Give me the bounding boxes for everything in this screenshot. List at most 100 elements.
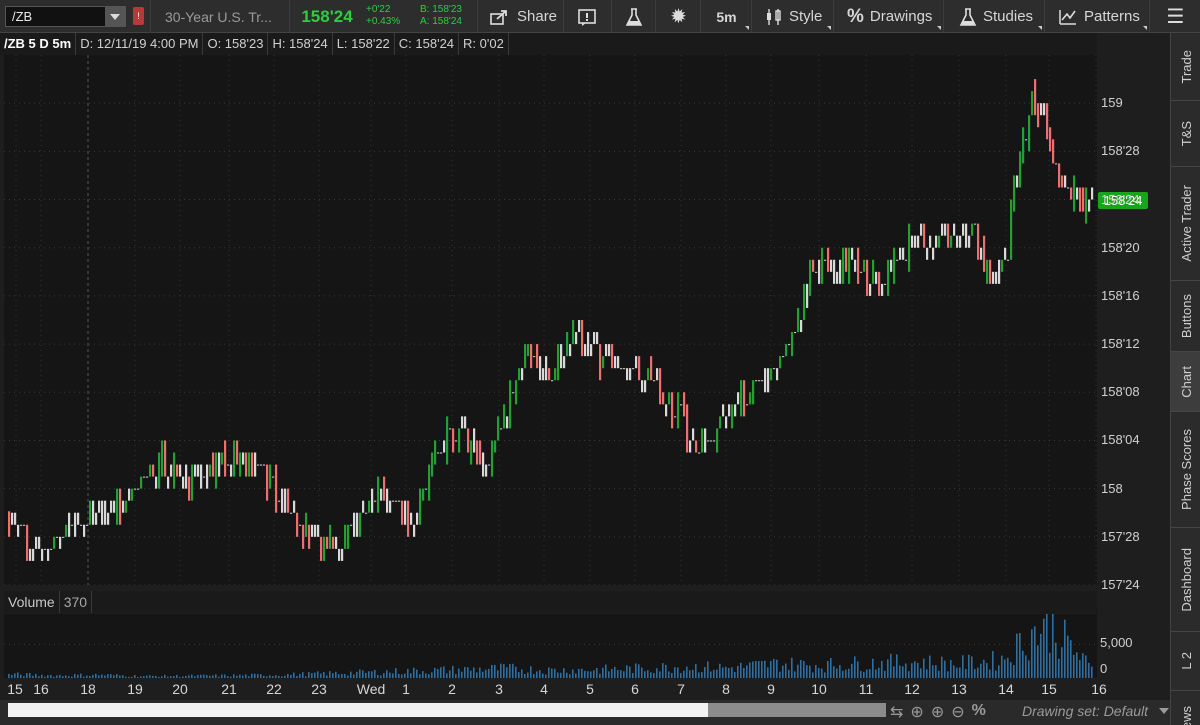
crosshair-icon[interactable]: ⊕	[910, 702, 923, 722]
price-bar	[164, 440, 167, 477]
volume-chart[interactable]	[4, 614, 1097, 678]
symbol-input[interactable]: /ZB	[5, 6, 126, 27]
time-axis-label: 2	[448, 681, 456, 697]
zoom-in-icon[interactable]: ⊕	[931, 702, 944, 722]
price-bar	[650, 356, 653, 381]
style-button[interactable]: Style	[753, 0, 834, 33]
volume-bar	[491, 664, 493, 678]
drawings-button[interactable]: % Drawings	[835, 0, 944, 33]
volume-bar	[1061, 647, 1063, 678]
chart-symbol[interactable]: /ZB 5 D 5m	[0, 33, 77, 55]
volume-bar	[740, 662, 742, 678]
price-bar	[56, 536, 59, 538]
volume-bar	[1043, 618, 1045, 678]
volume-bar	[53, 676, 55, 678]
volume-bar	[923, 658, 925, 678]
symbol-dropdown-icon[interactable]	[105, 7, 125, 26]
price-bar	[653, 380, 656, 382]
price-bar	[185, 464, 188, 489]
price-bar	[446, 416, 449, 465]
price-bar	[623, 368, 626, 370]
volume-bar	[758, 661, 760, 678]
caret-icon	[1038, 26, 1042, 30]
volume-bar	[44, 676, 46, 678]
side-tab-active-trader[interactable]: Active Trader	[1171, 167, 1200, 281]
volume-bar	[230, 676, 232, 678]
side-tab-news[interactable]: News	[1171, 691, 1200, 725]
volume-bar	[875, 669, 877, 678]
volume-bar	[815, 664, 817, 678]
volume-bar	[749, 662, 751, 678]
lab-button[interactable]	[613, 0, 656, 33]
volume-bar	[1037, 645, 1039, 678]
volume-bar	[293, 672, 295, 678]
price-bar	[872, 259, 875, 284]
price-bar	[938, 235, 941, 248]
studies-button[interactable]: Studies	[945, 0, 1045, 33]
side-tab-dashboard[interactable]: Dashboard	[1171, 528, 1200, 632]
volume-bar	[131, 676, 133, 678]
price-bar	[680, 404, 683, 406]
volume-bar	[86, 675, 88, 678]
price-bar	[179, 464, 182, 477]
time-axis[interactable]: 15 16 18 19 20 21 22 23 Wed 1 2 3 4 5 6 7 8 9 10 11 12 13 14 15…	[0, 679, 1170, 700]
settings-button[interactable]: ✹	[657, 0, 701, 33]
price-bar	[983, 235, 986, 272]
price-axis[interactable]: 158'24 159 158'28 158'24 158'20 158'16 158'12…	[1097, 33, 1170, 592]
alert-flag-icon[interactable]: !	[133, 7, 144, 25]
volume-bar	[488, 668, 490, 678]
volume-bar	[383, 673, 385, 678]
price-bar	[1079, 187, 1082, 212]
price-bar	[1004, 247, 1007, 260]
side-tab-l-2[interactable]: L 2	[1171, 632, 1200, 691]
price-bar	[23, 524, 26, 526]
price-bar	[212, 452, 215, 477]
volume-bar	[1019, 633, 1021, 678]
price-bar	[560, 344, 563, 369]
price-bar	[326, 536, 329, 549]
price-bar	[374, 500, 377, 502]
side-tab-buttons[interactable]: Buttons	[1171, 281, 1200, 352]
price-bar	[929, 235, 932, 248]
volume-bar	[938, 670, 940, 678]
volume-bar	[431, 672, 433, 678]
side-tab-t-s[interactable]: T&S	[1171, 101, 1200, 167]
price-bar	[215, 452, 218, 489]
percent-zoom-icon[interactable]: %	[972, 702, 986, 722]
patterns-button[interactable]: Patterns	[1046, 0, 1150, 33]
price-bar	[674, 416, 677, 418]
share-button[interactable]: Share	[477, 0, 564, 33]
price-bar	[695, 440, 698, 453]
volume-bar	[824, 672, 826, 678]
price-bar	[341, 548, 344, 561]
volume-bar	[725, 666, 727, 678]
volume-bar	[1088, 662, 1090, 678]
volume-bar	[149, 675, 151, 678]
drawing-set-label[interactable]: Drawing set: Default	[1022, 703, 1148, 719]
volume-bar	[713, 669, 715, 678]
price-bar	[980, 247, 983, 260]
side-tab-phase-scores[interactable]: Phase Scores	[1171, 412, 1200, 528]
notes-button[interactable]	[565, 0, 612, 33]
volume-bar	[167, 676, 169, 678]
volume-bar	[410, 673, 412, 678]
side-tab-label: Trade	[1178, 49, 1194, 84]
volume-bar	[347, 675, 349, 678]
price-bar	[1082, 187, 1085, 212]
side-tab-trade[interactable]: Trade	[1171, 33, 1200, 101]
pan-icon[interactable]: ⇆	[890, 702, 903, 722]
price-axis-label: 158'04	[1101, 432, 1140, 448]
volume-bar	[797, 664, 799, 678]
price-bar	[1001, 259, 1004, 272]
drawing-set-caret-icon[interactable]	[1159, 708, 1169, 714]
price-bar	[836, 271, 839, 284]
volume-bar	[947, 671, 949, 678]
scrollbar-thumb[interactable]	[708, 703, 886, 717]
timeframe-button[interactable]: 5m	[702, 0, 752, 33]
volume-bar	[56, 675, 58, 678]
side-tab-chart[interactable]: Chart	[1171, 352, 1200, 412]
menu-button[interactable]: ☰	[1151, 0, 1200, 33]
zoom-out-icon[interactable]: ⊖	[951, 702, 964, 722]
price-bar	[698, 452, 701, 454]
price-chart[interactable]	[4, 55, 1097, 585]
